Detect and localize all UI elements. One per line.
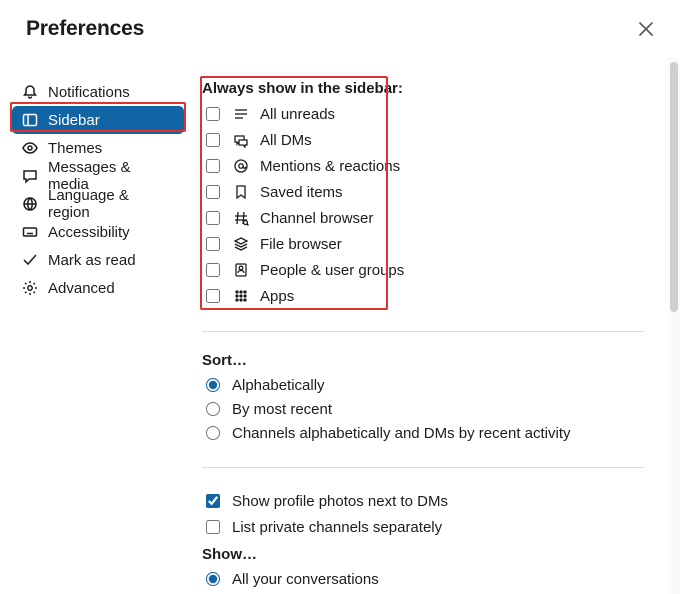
option-label: Saved items xyxy=(260,184,343,201)
option-mentions-reactions[interactable]: Mentions & reactions xyxy=(202,153,644,179)
radio-channels-dms[interactable] xyxy=(206,426,220,440)
option-label: File browser xyxy=(260,236,342,253)
globe-icon xyxy=(22,196,38,212)
sidebar-icon xyxy=(22,112,38,128)
eye-icon xyxy=(22,140,38,156)
check-icon xyxy=(22,252,38,268)
file-browser-icon xyxy=(232,236,250,252)
checkbox-mentions-reactions[interactable] xyxy=(206,159,220,173)
checkbox-channel-browser[interactable] xyxy=(206,211,220,225)
option-apps[interactable]: Apps xyxy=(202,283,644,309)
nav-label: Language & region xyxy=(48,187,174,221)
unreads-icon xyxy=(232,106,250,122)
radio-all-conversations[interactable] xyxy=(206,572,220,586)
option-label: Mentions & reactions xyxy=(260,158,400,175)
nav-item-accessibility[interactable]: Accessibility xyxy=(12,218,184,246)
divider xyxy=(202,467,644,468)
option-saved-items[interactable]: Saved items xyxy=(202,179,644,205)
nav-label: Notifications xyxy=(48,84,130,101)
radio-alphabetically[interactable] xyxy=(206,378,220,392)
option-label: Apps xyxy=(260,288,294,305)
bell-icon xyxy=(22,84,38,100)
people-icon xyxy=(232,262,250,278)
nav-item-notifications[interactable]: Notifications xyxy=(12,78,184,106)
nav-item-themes[interactable]: Themes xyxy=(12,134,184,162)
option-label: All unreads xyxy=(260,106,335,123)
divider xyxy=(202,331,644,332)
option-label: List private channels separately xyxy=(232,519,442,536)
nav-label: Accessibility xyxy=(48,224,130,241)
page-title: Preferences xyxy=(26,17,144,41)
keyboard-icon xyxy=(22,224,38,240)
radio-label: By most recent xyxy=(232,401,332,418)
option-channel-browser[interactable]: Channel browser xyxy=(202,205,644,231)
nav-item-messages-media[interactable]: Messages & media xyxy=(12,162,184,190)
option-label: All DMs xyxy=(260,132,312,149)
nav-sidebar: Notifications Sidebar Themes Messages & … xyxy=(0,58,194,594)
radio-most-recent[interactable] xyxy=(206,402,220,416)
option-people-user-groups[interactable]: People & user groups xyxy=(202,257,644,283)
option-list-private-channels[interactable]: List private channels separately xyxy=(202,514,644,540)
close-icon xyxy=(639,22,653,36)
show-option-all-conversations[interactable]: All your conversations xyxy=(202,567,644,591)
radio-label: All your conversations xyxy=(232,571,379,588)
option-label: Channel browser xyxy=(260,210,373,227)
nav-label: Mark as read xyxy=(48,252,136,269)
checkbox-people-user-groups[interactable] xyxy=(206,263,220,277)
option-all-unreads[interactable]: All unreads xyxy=(202,101,644,127)
preferences-window: Preferences Notifications Sidebar Themes… xyxy=(0,0,680,594)
scrollbar-thumb[interactable] xyxy=(670,62,678,312)
checkbox-all-dms[interactable] xyxy=(206,133,220,147)
nav-item-sidebar[interactable]: Sidebar xyxy=(12,106,184,134)
radio-label: Alphabetically xyxy=(232,377,325,394)
nav-item-language-region[interactable]: Language & region xyxy=(12,190,184,218)
option-label: People & user groups xyxy=(260,262,404,279)
section-title-show: Show… xyxy=(202,546,644,563)
option-all-dms[interactable]: All DMs xyxy=(202,127,644,153)
sort-option-alphabetically[interactable]: Alphabetically xyxy=(202,373,644,397)
channel-browser-icon xyxy=(232,210,250,226)
message-icon xyxy=(22,168,38,184)
option-label: Show profile photos next to DMs xyxy=(232,493,448,510)
checkbox-all-unreads[interactable] xyxy=(206,107,220,121)
checkbox-saved-items[interactable] xyxy=(206,185,220,199)
nav-label: Themes xyxy=(48,140,102,157)
section-title-sort: Sort… xyxy=(202,352,644,369)
option-show-profile-photos[interactable]: Show profile photos next to DMs xyxy=(202,488,644,514)
nav-item-mark-as-read[interactable]: Mark as read xyxy=(12,246,184,274)
at-icon xyxy=(232,158,250,174)
checkbox-show-profile-photos[interactable] xyxy=(206,494,220,508)
sort-option-most-recent[interactable]: By most recent xyxy=(202,397,644,421)
gear-icon xyxy=(22,280,38,296)
option-file-browser[interactable]: File browser xyxy=(202,231,644,257)
nav-label: Sidebar xyxy=(48,112,100,129)
checkbox-apps[interactable] xyxy=(206,289,220,303)
apps-icon xyxy=(232,288,250,304)
checkbox-list-private-channels[interactable] xyxy=(206,520,220,534)
header: Preferences xyxy=(0,0,680,58)
content-scroll[interactable]: Always show in the sidebar: All unreads … xyxy=(194,58,680,594)
body: Notifications Sidebar Themes Messages & … xyxy=(0,58,680,594)
bookmark-icon xyxy=(232,184,250,200)
section-title-always-show: Always show in the sidebar: xyxy=(202,80,644,97)
dms-icon xyxy=(232,132,250,148)
content: Always show in the sidebar: All unreads … xyxy=(194,58,644,594)
nav-item-advanced[interactable]: Advanced xyxy=(12,274,184,302)
checkbox-file-browser[interactable] xyxy=(206,237,220,251)
radio-label: Channels alphabetically and DMs by recen… xyxy=(232,425,571,442)
sort-option-channels-dms[interactable]: Channels alphabetically and DMs by recen… xyxy=(202,421,644,445)
nav-label: Advanced xyxy=(48,280,115,297)
close-button[interactable] xyxy=(634,17,658,41)
